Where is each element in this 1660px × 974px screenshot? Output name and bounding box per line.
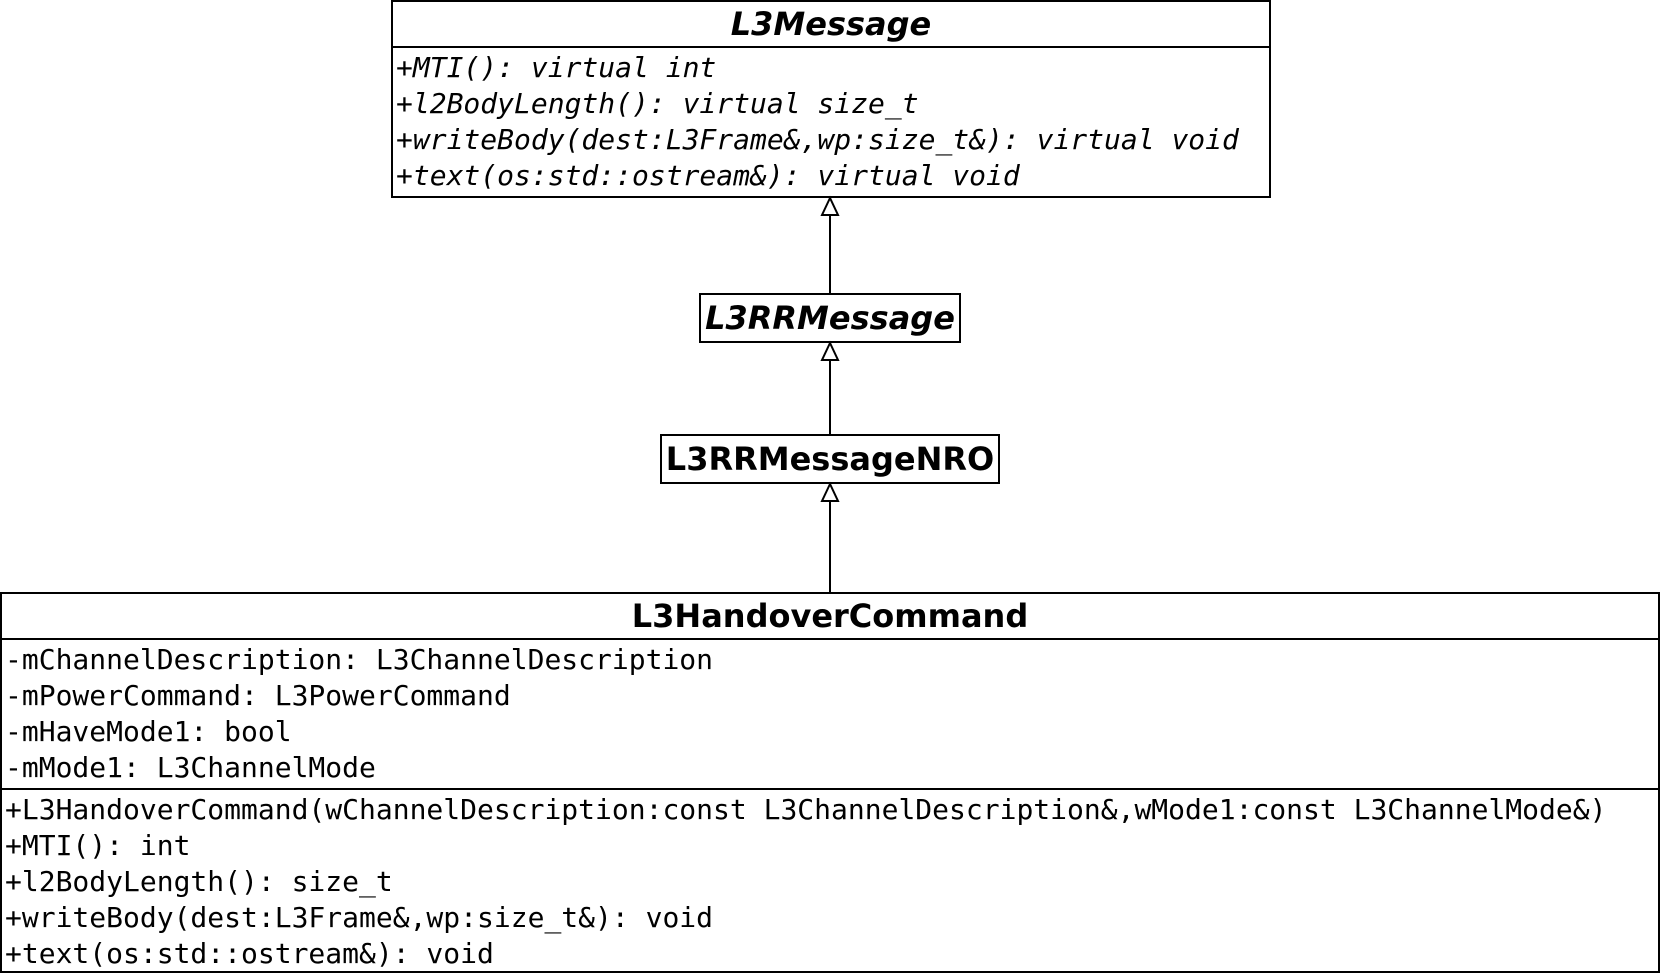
attribute-mchanneldescription: -mChannelDescription: L3ChannelDescripti… xyxy=(5,643,714,676)
operation-l2bodylength: +l2BodyLength(): virtual size_t xyxy=(396,87,919,120)
operations-compartment-l3message: +MTI(): virtual int +l2BodyLength(): vir… xyxy=(393,46,1269,196)
operation-text: +text(os:std::ostream&): void xyxy=(5,937,494,970)
class-name-l3rrmessagenro: L3RRMessageNRO xyxy=(665,440,995,478)
operation-text: +text(os:std::ostream&): virtual void xyxy=(396,159,1020,192)
class-l3rrmessage: L3RRMessage xyxy=(699,293,961,343)
operation-mti: +MTI(): virtual int xyxy=(396,51,717,84)
operation-l2bodylength: +l2BodyLength(): size_t xyxy=(5,865,393,898)
class-l3rrmessagenro: L3RRMessageNRO xyxy=(660,434,1000,484)
class-name-l3message: L3Message xyxy=(730,5,932,43)
operation-constructor: +L3HandoverCommand(wChannelDescription:c… xyxy=(5,793,1607,826)
attribute-mmode1: -mMode1: L3ChannelMode xyxy=(5,751,376,784)
operation-writebody: +writeBody(dest:L3Frame&,wp:size_t&): vo… xyxy=(5,901,714,934)
generalization-l3rrmessage-to-l3message xyxy=(820,195,840,293)
class-name-l3handovercommand: L3HandoverCommand xyxy=(631,597,1029,635)
attributes-compartment-l3handovercommand: -mChannelDescription: L3ChannelDescripti… xyxy=(2,638,1658,788)
class-name-l3rrmessage: L3RRMessage xyxy=(705,299,955,337)
attribute-mpowercommand: -mPowerCommand: L3PowerCommand xyxy=(5,679,511,712)
class-l3handovercommand: L3HandoverCommand -mChannelDescription: … xyxy=(0,592,1660,973)
class-l3message: L3Message +MTI(): virtual int +l2BodyLen… xyxy=(391,0,1271,198)
generalization-l3rrmessagenro-to-l3rrmessage xyxy=(820,340,840,434)
attribute-mhavemode1: -mHaveMode1: bool xyxy=(5,715,292,748)
operation-mti: +MTI(): int xyxy=(5,829,191,862)
operation-writebody: +writeBody(dest:L3Frame&,wp:size_t&): vi… xyxy=(396,123,1239,156)
generalization-l3handovercommand-to-l3rrmessagenro xyxy=(820,481,840,592)
operations-compartment-l3handovercommand: +L3HandoverCommand(wChannelDescription:c… xyxy=(2,788,1658,974)
